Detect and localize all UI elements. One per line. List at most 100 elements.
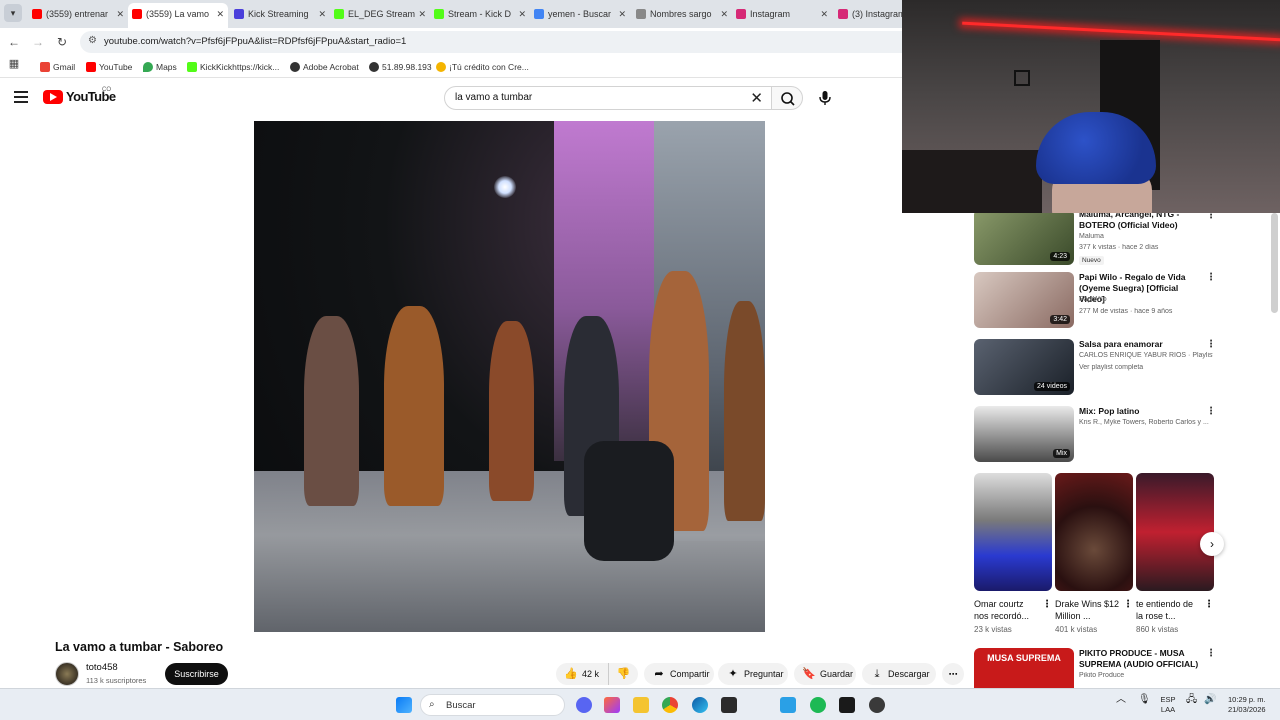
bookmark-maps[interactable]: Maps bbox=[143, 60, 177, 74]
close-tab-icon[interactable]: ✕ bbox=[720, 3, 728, 25]
site-info-icon[interactable]: ⚙ bbox=[88, 35, 97, 46]
video-frame-light bbox=[494, 176, 516, 198]
short-item[interactable]: Drake Wins $12 Million ... 401 k vistas … bbox=[1055, 473, 1133, 634]
recommendation-channel[interactable]: CARLOS ENRIQUE YABUR RÍOS · Playlist bbox=[1079, 352, 1213, 359]
bookmark-gmail[interactable]: Gmail bbox=[40, 60, 75, 74]
more-actions-button[interactable]: ⋯ bbox=[942, 663, 964, 685]
search-button[interactable] bbox=[771, 86, 803, 110]
short-item[interactable]: Omar courtz nos recordó... 23 k vistas ⋮ bbox=[974, 473, 1052, 634]
close-tab-icon[interactable]: ✕ bbox=[618, 3, 626, 25]
video-player[interactable] bbox=[254, 121, 765, 632]
chrome-icon[interactable] bbox=[662, 697, 678, 713]
obs-icon[interactable] bbox=[869, 697, 885, 713]
video-thumbnail[interactable]: MUSA SUPREMA bbox=[974, 648, 1074, 688]
more-vertical-icon[interactable]: ⋮ bbox=[1042, 599, 1052, 610]
recommendation-channel[interactable]: Maluma bbox=[1079, 233, 1213, 240]
short-title[interactable]: Omar courtz nos recordó... bbox=[974, 598, 1040, 622]
file-explorer-icon[interactable] bbox=[633, 697, 649, 713]
short-title[interactable]: te entiendo de la rose t... bbox=[1136, 598, 1202, 622]
voice-search-button[interactable] bbox=[812, 86, 838, 110]
browser-tab[interactable]: Stream - Kick D ✕ bbox=[430, 3, 530, 25]
browser-tab[interactable]: Nombres sargo ✕ bbox=[632, 3, 732, 25]
close-tab-icon[interactable]: ✕ bbox=[518, 3, 526, 25]
channel-avatar[interactable] bbox=[55, 662, 79, 686]
close-tab-icon[interactable]: ✕ bbox=[216, 3, 224, 25]
back-arrow-icon[interactable]: ← bbox=[6, 34, 22, 50]
more-vertical-icon[interactable]: ⋮ bbox=[1206, 406, 1216, 417]
more-vertical-icon[interactable]: ⋮ bbox=[1204, 599, 1214, 610]
playlist-link[interactable]: Ver playlist completa bbox=[1079, 364, 1213, 371]
recommendation-title[interactable]: PIKITO PRODUCE - MUSA SUPREMA (AUDIO OFF… bbox=[1079, 648, 1205, 670]
short-thumbnail[interactable] bbox=[974, 473, 1052, 591]
more-vertical-icon[interactable]: ⋮ bbox=[1206, 648, 1216, 659]
taskbar-clock[interactable]: 10:29 p. m. 21/03/2026 bbox=[1228, 695, 1266, 715]
tab-search-button[interactable]: ▾ bbox=[4, 4, 22, 22]
browser-tab[interactable]: (3) Instagram bbox=[834, 3, 902, 25]
language-indicator[interactable]: ESP LAA bbox=[1158, 695, 1178, 715]
like-button[interactable]: 👍 42 k bbox=[556, 663, 604, 685]
windows-taskbar: ⌕ Buscar ︿ 🎙 ESP LAA 🖧 🔊 10:29 p. m. 21/03… bbox=[0, 688, 1280, 720]
browser-tab[interactable]: yemen - Buscar ✕ bbox=[530, 3, 630, 25]
reload-icon[interactable]: ↻ bbox=[54, 34, 70, 50]
bookmark-youtube[interactable]: YouTube bbox=[86, 60, 132, 74]
close-tab-icon[interactable]: ✕ bbox=[418, 3, 426, 25]
subscribe-button[interactable]: Suscribirse bbox=[165, 663, 228, 685]
close-tab-icon[interactable]: ✕ bbox=[820, 3, 828, 25]
share-button[interactable]: ➦ Compartir bbox=[644, 663, 714, 685]
video-thumbnail[interactable]: 4:23 bbox=[974, 209, 1074, 265]
menu-icon[interactable] bbox=[14, 91, 28, 103]
recommendation-title[interactable]: Salsa para enamorar bbox=[1079, 339, 1205, 350]
browser-tab[interactable]: Instagram ✕ bbox=[732, 3, 832, 25]
spotify-icon[interactable] bbox=[810, 697, 826, 713]
recommendation-channel[interactable]: Pikito Produce bbox=[1079, 672, 1213, 679]
windows-start-icon[interactable] bbox=[396, 697, 412, 713]
clear-search-icon[interactable]: ✕ bbox=[750, 89, 763, 107]
bookmark-adobe[interactable]: Adobe Acrobat bbox=[290, 60, 359, 74]
taskbar-search[interactable]: ⌕ Buscar bbox=[420, 694, 565, 716]
volume-icon[interactable]: 🔊 bbox=[1204, 695, 1216, 705]
store-icon[interactable] bbox=[721, 697, 737, 713]
search-input[interactable]: la vamo a tumbar ✕ bbox=[444, 86, 772, 110]
recommendation-channel[interactable]: PapiWilo bbox=[1079, 296, 1213, 303]
mix-thumbnail[interactable]: Mix bbox=[974, 406, 1074, 462]
discord-icon[interactable] bbox=[576, 697, 592, 713]
short-title[interactable]: Drake Wins $12 Million ... bbox=[1055, 598, 1121, 622]
save-button[interactable]: 🔖 Guardar bbox=[794, 663, 856, 685]
capcut-icon[interactable] bbox=[839, 697, 855, 713]
bookmark-credito[interactable]: ¡Tú crédito con Cre... bbox=[436, 60, 529, 74]
ask-button[interactable]: ✦ Preguntar bbox=[718, 663, 788, 685]
browser-tab[interactable]: (3559) entrenar ✕ bbox=[28, 3, 128, 25]
more-vertical-icon[interactable]: ⋮ bbox=[1206, 272, 1216, 283]
bookmark-ip[interactable]: 51.89.98.193 bbox=[369, 60, 432, 74]
download-button[interactable]: ⤓ Descargar bbox=[862, 663, 936, 685]
forward-arrow-icon[interactable]: → bbox=[30, 34, 46, 50]
edge-icon[interactable] bbox=[692, 697, 708, 713]
playlist-thumbnail[interactable]: 24 videos bbox=[974, 339, 1074, 395]
dislike-button[interactable]: 👎 bbox=[608, 663, 638, 685]
app-icon[interactable] bbox=[780, 697, 796, 713]
short-views: 23 k vistas bbox=[974, 625, 1012, 634]
close-tab-icon[interactable]: ✕ bbox=[116, 3, 124, 25]
more-vertical-icon[interactable]: ⋮ bbox=[1206, 339, 1216, 350]
video-thumbnail[interactable]: 3:42 bbox=[974, 272, 1074, 328]
more-vertical-icon[interactable]: ⋮ bbox=[1123, 599, 1133, 610]
microphone-tray-icon[interactable]: 🎙 bbox=[1138, 695, 1151, 705]
chevron-right-icon[interactable]: › bbox=[1200, 532, 1224, 556]
creative-app-icon[interactable] bbox=[604, 697, 620, 713]
page-scrollbar[interactable] bbox=[1271, 213, 1278, 313]
browser-tab-active[interactable]: (3559) La vamo ✕ bbox=[128, 3, 228, 28]
apps-grid-icon[interactable]: ▦ bbox=[6, 56, 22, 72]
microphone-icon bbox=[819, 91, 831, 105]
short-item[interactable]: te entiendo de la rose t... 860 k vistas… bbox=[1136, 473, 1214, 634]
bookmark-kick[interactable]: KickKickhttps://kick... bbox=[187, 60, 279, 74]
close-tab-icon[interactable]: ✕ bbox=[318, 3, 326, 25]
tray-chevron-up-icon[interactable]: ︿ bbox=[1116, 695, 1126, 705]
recommendation-title[interactable]: Mix: Pop latino bbox=[1079, 406, 1205, 417]
youtube-logo-icon[interactable] bbox=[43, 90, 63, 104]
browser-tab[interactable]: EL_DEG Stream ✕ bbox=[330, 3, 430, 25]
short-thumbnail[interactable] bbox=[1055, 473, 1133, 591]
network-icon[interactable]: 🖧 bbox=[1186, 695, 1197, 705]
browser-tab[interactable]: Kick Streaming ✕ bbox=[230, 3, 330, 25]
short-thumbnail[interactable] bbox=[1136, 473, 1214, 591]
channel-name[interactable]: toto458 bbox=[86, 662, 118, 673]
